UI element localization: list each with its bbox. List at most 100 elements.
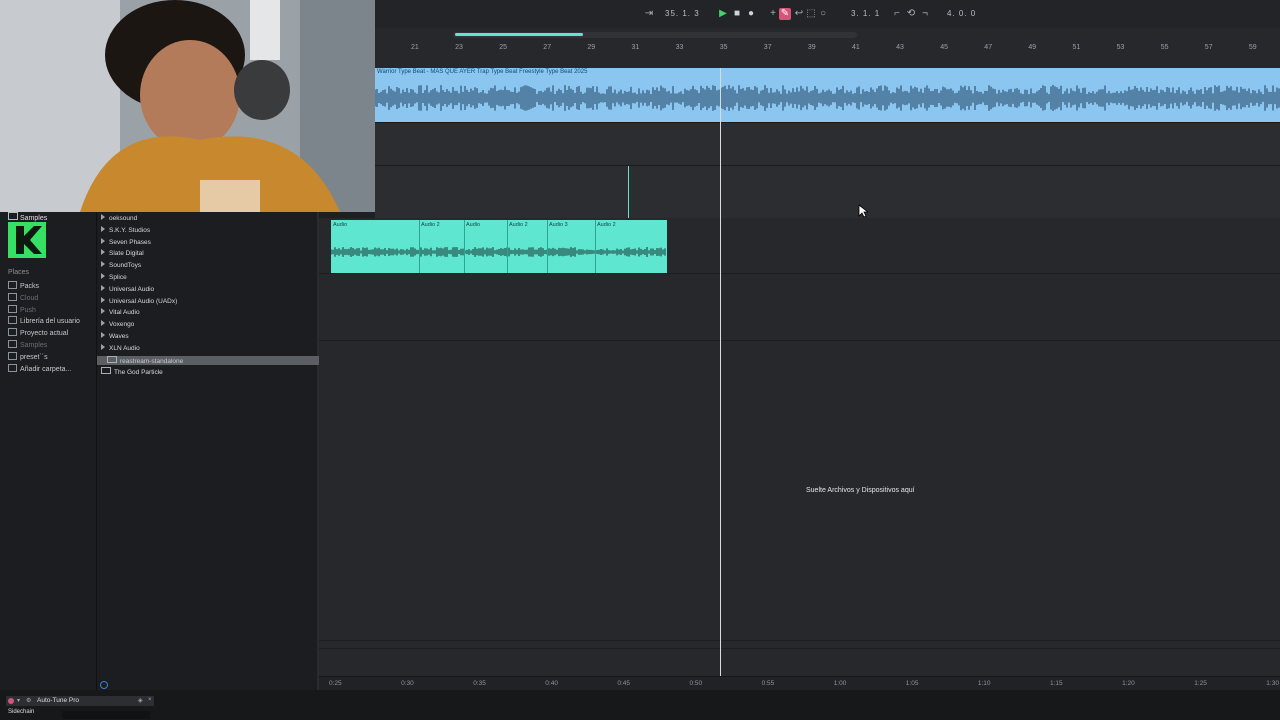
place-item[interactable]: Cloud (8, 292, 38, 302)
track-divider (319, 340, 1280, 341)
play-button[interactable]: ▶ (717, 8, 729, 20)
bar-number: 55 (1160, 44, 1169, 51)
place-label: Librería del usuario (20, 318, 80, 326)
capture-icon[interactable]: ⬚ (805, 8, 817, 20)
bar-number: 57 (1204, 44, 1213, 51)
close-icon[interactable]: × (148, 697, 152, 703)
folder-item[interactable]: Seven Phases (101, 237, 151, 246)
add-icon[interactable]: + (767, 8, 779, 20)
place-item[interactable]: Samples (8, 340, 47, 349)
expand-icon[interactable] (101, 225, 105, 232)
folder-item[interactable]: XLN Audio (101, 343, 140, 352)
expand-icon[interactable] (101, 332, 105, 338)
place-icon (8, 340, 17, 348)
expand-icon[interactable] (101, 273, 105, 279)
expand-icon[interactable] (101, 214, 105, 220)
folder-item[interactable]: Vital Audio (101, 308, 140, 316)
plugin-icon[interactable] (107, 355, 117, 363)
time-label: 0:50 (689, 680, 703, 687)
track-divider (375, 122, 1280, 123)
bar-number: 37 (763, 44, 772, 51)
add-icon[interactable] (100, 681, 108, 689)
clip-label: Audio 2 (509, 222, 528, 228)
folder-item[interactable]: The God Particle (101, 367, 163, 376)
webcam-image (0, 0, 375, 212)
place-label: Añadir carpeta... (20, 365, 72, 373)
drop-hint: Suelte Archivos y Dispositivos aquí (806, 487, 915, 494)
vocal-audio-clip[interactable]: Audio Audio 2 Audio Audio 2 Audio 3 Audio 2 (330, 220, 667, 273)
clip-label: Audio (333, 222, 348, 228)
folder-icon (8, 212, 18, 220)
place-item[interactable]: Packs (8, 281, 39, 290)
expand-icon[interactable] (101, 237, 105, 244)
browser-header-label: Samples (20, 215, 48, 222)
expand-icon[interactable] (101, 284, 105, 291)
place-icon (8, 328, 17, 337)
folder-label: Slate Digital (109, 250, 144, 258)
plugin-icon[interactable] (101, 367, 111, 375)
time-label: 0:55 (761, 680, 775, 687)
device-header[interactable]: ▾ ⚙ Auto-Tune Pro ◈ × (6, 696, 154, 706)
k-logo (16, 226, 42, 254)
folder-item[interactable]: oeksound (101, 214, 137, 222)
place-label: preset`´s (20, 353, 48, 361)
place-item[interactable]: Librería del usuario (8, 316, 80, 325)
folder-item[interactable]: Slate Digital (101, 249, 144, 257)
folder-item[interactable]: Splice (101, 273, 127, 281)
vocal-waveform (330, 247, 666, 257)
stop-button[interactable]: ■ (731, 8, 743, 20)
time-ruler[interactable]: 0:25 0:30 0:35 0:40 0:45 0:50 0:55 1:00 1:05 1:10… (319, 676, 1280, 691)
time-label: 0:30 (401, 680, 414, 687)
track-divider (319, 648, 1280, 649)
collapse-icon[interactable]: ▾ (17, 697, 20, 704)
place-item[interactable]: Añadir carpeta... (8, 363, 72, 373)
settings-icon[interactable]: ⚙ (26, 697, 31, 704)
punch-out-icon[interactable]: ¬ (919, 8, 931, 20)
device-menu-icon[interactable]: ◈ (138, 697, 143, 704)
overview-visible-region[interactable] (455, 33, 583, 36)
folder-item[interactable]: Voxengo (101, 320, 134, 328)
arrangement-ruler[interactable] (375, 28, 1280, 68)
clip-label: Audio 2 (421, 222, 440, 228)
time-label: 0:35 (473, 680, 486, 687)
folder-item[interactable]: Universal Audio (UADx) (101, 296, 177, 305)
beat-audio-clip[interactable] (374, 68, 1280, 122)
sidechain-input[interactable] (62, 711, 150, 719)
place-item[interactable]: preset`´s (8, 351, 48, 361)
expand-icon[interactable] (101, 249, 105, 256)
expand-icon[interactable] (101, 261, 105, 268)
folder-item[interactable]: Waves (101, 332, 129, 340)
folder-item[interactable]: S.K.Y. Studios (101, 225, 150, 234)
folder-item[interactable]: reastream-standalone (97, 355, 323, 365)
place-item[interactable]: Push (8, 304, 36, 314)
punch-in-icon[interactable]: ⌐ (891, 8, 903, 20)
record-button[interactable]: ● (745, 8, 757, 20)
session-drop-area[interactable] (319, 218, 1280, 676)
device-bar: ▾ ⚙ Auto-Tune Pro ◈ × Sidechain (0, 690, 1280, 720)
expand-icon[interactable] (101, 320, 105, 327)
loop-icon[interactable]: ○ (817, 8, 829, 20)
expand-icon[interactable] (101, 296, 105, 303)
loop-switch-icon[interactable]: ⟲ (905, 8, 917, 20)
device-activator-icon[interactable] (8, 698, 14, 704)
song-position[interactable]: 35. 1. 3 (665, 9, 700, 18)
places-label: Places (8, 269, 30, 276)
automation-arm-button[interactable]: ✎ (779, 8, 791, 20)
place-label: Packs (20, 283, 40, 290)
clip-divider (547, 220, 548, 273)
folder-item[interactable]: Universal Audio (101, 284, 154, 293)
back-to-arrangement-icon[interactable]: ↩ (793, 8, 805, 20)
bar-number: 31 (631, 44, 640, 51)
loop-start[interactable]: 3. 1. 1 (851, 9, 880, 18)
place-icon (8, 351, 17, 360)
webcam-overlay (0, 0, 375, 212)
place-item[interactable]: Proyecto actual (8, 328, 68, 337)
expand-icon[interactable] (101, 308, 105, 315)
bar-number: 25 (499, 44, 507, 51)
place-label: Push (20, 306, 36, 314)
loop-length[interactable]: 4. 0. 0 (947, 9, 976, 18)
expand-icon[interactable] (101, 343, 105, 350)
follow-icon[interactable]: ⇥ (643, 8, 655, 20)
folder-item[interactable]: SoundToys (101, 261, 141, 269)
beat-clip-title: Warrior Type Beat - MÁS QUE AYER Trap Ty… (377, 69, 588, 75)
